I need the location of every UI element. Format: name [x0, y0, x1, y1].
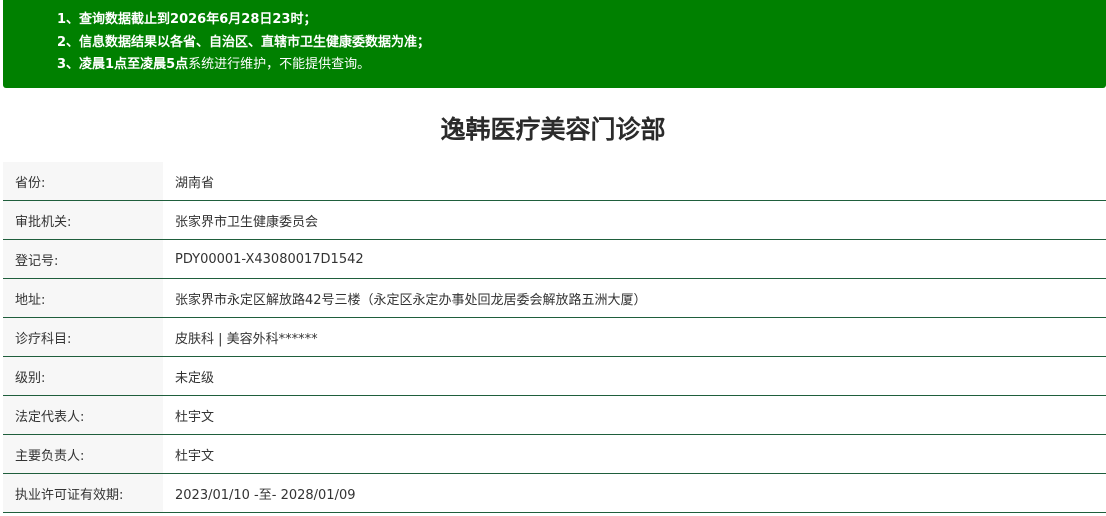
table-row: 登记号: PDY00001-X43080017D1542 — [3, 239, 1106, 279]
notice-line-1-suffix: ； — [303, 12, 317, 27]
notice-line-3-suffix: 系统进行维护，不能提供查询。 — [188, 57, 371, 72]
row-value-address: 张家界市永定区解放路42号三楼（永定区永定办事处回龙居委会解放路五洲大厦） — [163, 278, 1106, 318]
row-value-legal-representative: 杜宇文 — [163, 395, 1106, 435]
notice-line-2-text: 2、信息数据结果以各省、自治区、直辖市卫生健康委数据为准； — [57, 34, 431, 50]
table-row: 诊疗科目: 皮肤科 | 美容外科****** — [3, 317, 1106, 357]
row-value-province: 湖南省 — [163, 162, 1106, 201]
row-label-legal-representative: 法定代表人: — [3, 395, 163, 435]
row-value-license-validity: 2023/01/10 -至- 2028/01/09 — [163, 473, 1106, 513]
table-row: 地址: 张家界市永定区解放路42号三楼（永定区永定办事处回龙居委会解放路五洲大厦… — [3, 278, 1106, 318]
row-label-level: 级别: — [3, 356, 163, 396]
notice-line-3: 3、凌晨1点至凌晨5点系统进行维护，不能提供查询。 — [57, 54, 1106, 77]
row-label-registration-number: 登记号: — [3, 239, 163, 279]
notice-line-3-prefix: 3、 — [57, 57, 80, 72]
notice-banner: 1、查询数据截止到2026年6月28日23时； 2、信息数据结果以各省、自治区、… — [3, 0, 1106, 88]
table-row: 级别: 未定级 — [3, 356, 1106, 396]
notice-line-3-time: 凌晨1点至凌晨5点 — [79, 57, 189, 72]
row-label-province: 省份: — [3, 162, 163, 201]
row-value-level: 未定级 — [163, 356, 1106, 396]
row-value-registration-number: PDY00001-X43080017D1542 — [163, 239, 1106, 279]
row-label-approval-authority: 审批机关: — [3, 200, 163, 240]
row-label-departments: 诊疗科目: — [3, 317, 163, 357]
info-table: 省份: 湖南省 审批机关: 张家界市卫生健康委员会 登记号: PDY00001-… — [3, 162, 1106, 513]
table-row: 审批机关: 张家界市卫生健康委员会 — [3, 200, 1106, 240]
row-value-principal: 杜宇文 — [163, 434, 1106, 474]
page-title: 逸韩医疗美容门诊部 — [440, 115, 666, 144]
row-value-departments: 皮肤科 | 美容外科****** — [163, 317, 1106, 357]
notice-line-1: 1、查询数据截止到2026年6月28日23时； — [57, 9, 1106, 32]
notice-line-2: 2、信息数据结果以各省、自治区、直辖市卫生健康委数据为准； — [57, 32, 1106, 55]
row-label-principal: 主要负责人: — [3, 434, 163, 474]
table-row: 省份: 湖南省 — [3, 162, 1106, 201]
row-label-license-validity: 执业许可证有效期: — [3, 473, 163, 513]
table-row: 执业许可证有效期: 2023/01/10 -至- 2028/01/09 — [3, 473, 1106, 513]
row-label-address: 地址: — [3, 278, 163, 318]
notice-line-1-prefix: 1、查询数据截止到 — [57, 12, 171, 27]
row-value-approval-authority: 张家界市卫生健康委员会 — [163, 200, 1106, 240]
table-row: 法定代表人: 杜宇文 — [3, 395, 1106, 435]
notice-line-1-date: 2026年6月28日23时 — [170, 12, 304, 27]
table-row: 主要负责人: 杜宇文 — [3, 434, 1106, 474]
